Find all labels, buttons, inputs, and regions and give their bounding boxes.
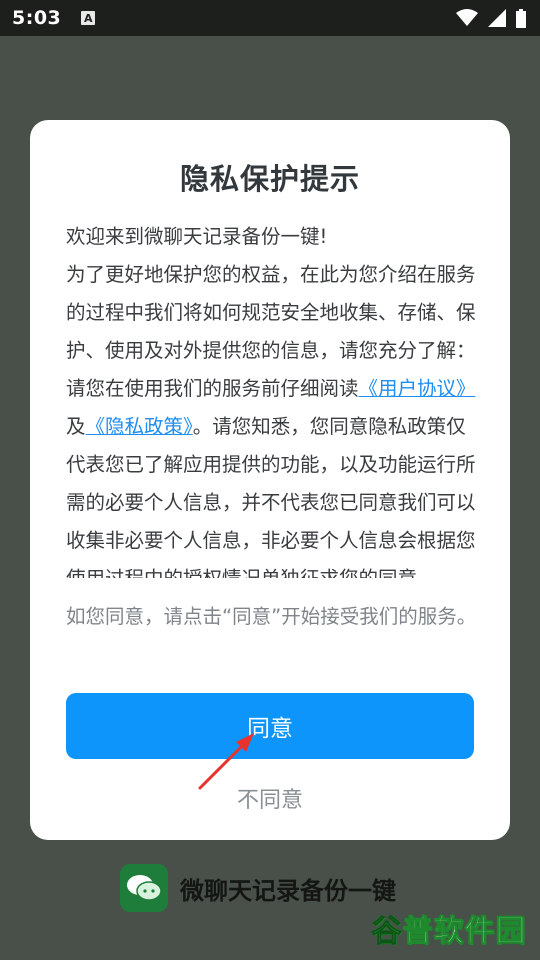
welcome-text: 欢迎来到微聊天记录备份一键! — [66, 225, 328, 248]
intro-text: 为了更好地保护您的权益，在此为您介绍在服务的过程中我们将如何规范安全地收集、存储… — [66, 263, 476, 362]
consent-footnote: 如您同意，请点击“同意”开始接受我们的服务。 — [66, 605, 477, 628]
dialog-body-scroll[interactable]: 欢迎来到微聊天记录备份一键! 为了更好地保护您的权益，在此为您介绍在服务的过程中… — [66, 218, 478, 578]
status-time: 5:03 — [12, 7, 62, 29]
app-logo-chat-icon — [120, 864, 168, 912]
user-agreement-link[interactable]: 《用户协议》 — [359, 377, 476, 400]
status-icons — [456, 8, 526, 28]
agree-button-label: 同意 — [247, 716, 293, 742]
privacy-dialog: 隐私保护提示 欢迎来到微聊天记录备份一键! 为了更好地保护您的权益，在此为您介绍… — [30, 120, 510, 840]
privacy-policy-link[interactable]: 《隐私政策》 — [86, 415, 193, 438]
watermark-first-char: 谷 — [371, 914, 403, 950]
agreement-suffix: 。请您知悉，您同意隐私政策仅代表您已了解应用提供的功能，以及功能运行所需的必要个… — [66, 415, 476, 578]
watermark-rest: 普软件园 — [402, 914, 527, 950]
wifi-icon — [456, 9, 478, 26]
agreement-prefix: 请您在使用我们的服务前仔细阅读 — [66, 377, 359, 400]
battery-icon — [516, 8, 526, 28]
agreement-text: 请您在使用我们的服务前仔细阅读《用户协议》及《隐私政策》。请您知悉，您同意隐私政… — [66, 370, 478, 578]
dialog-title: 隐私保护提示 — [179, 162, 360, 196]
app-brand: 微聊天记录备份一键 — [120, 864, 396, 912]
disagree-button[interactable]: 不同意 — [30, 782, 510, 814]
signal-icon — [488, 9, 506, 27]
and-text: 及 — [66, 415, 86, 438]
app-name: 微聊天记录备份一键 — [180, 876, 396, 905]
agree-button[interactable]: 同意 — [66, 693, 474, 759]
notification-a-icon: A — [81, 11, 96, 25]
status-bar: 5:03 A — [0, 0, 540, 36]
watermark-logo: 谷普软件园 — [368, 906, 530, 950]
